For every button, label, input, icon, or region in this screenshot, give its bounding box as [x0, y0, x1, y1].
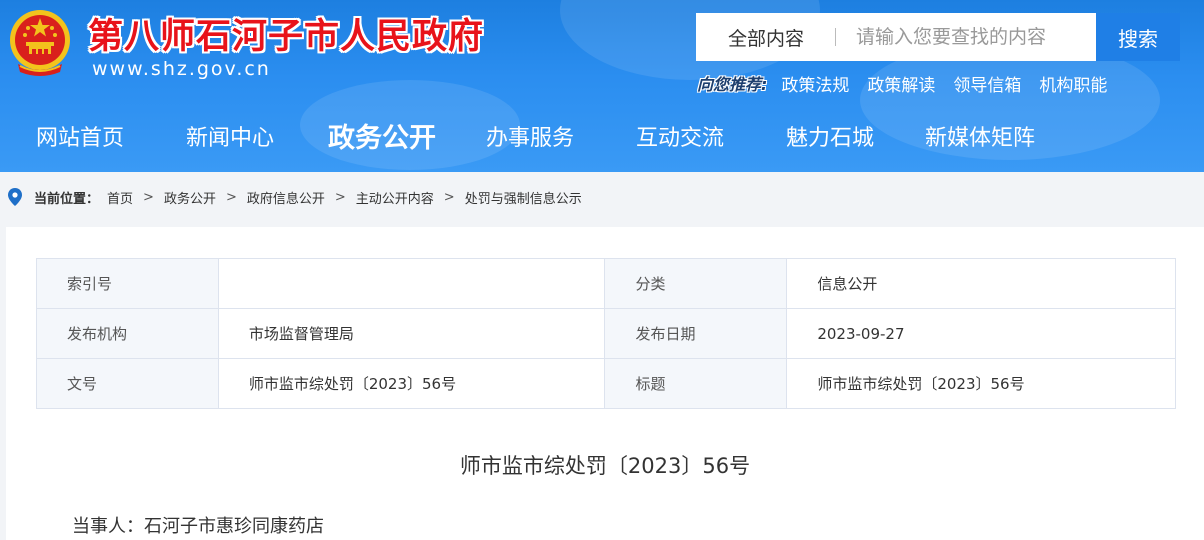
breadcrumb-gov-affairs[interactable]: 政务公开: [164, 188, 216, 207]
search-input[interactable]: [836, 13, 1099, 61]
breadcrumb-gov-info[interactable]: 政府信息公开: [247, 188, 325, 207]
article-panel: 索引号 分类 信息公开 发布机构 市场监督管理局 发布日期 2023-09-27…: [6, 227, 1204, 540]
meta-key-publisher: 发布机构: [36, 308, 219, 359]
search-button[interactable]: 搜索: [1096, 13, 1180, 61]
meta-key-category: 分类: [604, 258, 788, 309]
breadcrumb-separator: >: [143, 189, 154, 205]
meta-key-index: 索引号: [36, 258, 219, 309]
nav-item-home[interactable]: 网站首页: [36, 110, 124, 168]
meta-value-publisher: 市场监督管理局: [217, 308, 606, 359]
main-nav: 网站首页 新闻中心 政务公开 办事服务 互动交流 魅力石城 新媒体矩阵: [0, 110, 1204, 168]
article-party: 当事人：石河子市惠珍同康药店: [72, 516, 324, 537]
table-row: 索引号 分类 信息公开: [36, 258, 1176, 309]
table-row: 文号 师市监市综处罚〔2023〕56号 标题 师市监市综处罚〔2023〕56号: [36, 358, 1176, 409]
meta-value-index: [217, 258, 606, 309]
location-pin-icon: [8, 188, 22, 206]
meta-value-doc-number: 师市监市综处罚〔2023〕56号: [217, 358, 606, 409]
nav-item-city[interactable]: 魅力石城: [786, 110, 874, 168]
nav-item-news[interactable]: 新闻中心: [186, 110, 274, 168]
breadcrumb-separator: >: [334, 189, 346, 205]
metadata-table: 索引号 分类 信息公开 发布机构 市场监督管理局 发布日期 2023-09-27…: [36, 258, 1176, 409]
meta-value-title: 师市监市综处罚〔2023〕56号: [786, 358, 1176, 409]
nav-item-services[interactable]: 办事服务: [486, 110, 574, 168]
table-row: 发布机构 市场监督管理局 发布日期 2023-09-27: [36, 308, 1176, 359]
nav-item-interaction[interactable]: 互动交流: [636, 110, 724, 168]
breadcrumb-penalty-info[interactable]: 处罚与强制信息公示: [465, 188, 582, 207]
site-title[interactable]: 第八师石河子市人民政府: [88, 8, 484, 59]
breadcrumb-active-disclosure[interactable]: 主动公开内容: [356, 188, 434, 207]
breadcrumb-separator: >: [225, 189, 237, 205]
recommend-link-functions[interactable]: 机构职能: [1039, 71, 1107, 96]
article-title: 师市监市综处罚〔2023〕56号: [459, 454, 751, 478]
recommend-link-mailbox[interactable]: 领导信箱: [953, 71, 1021, 96]
recommend-link-policy[interactable]: 政策法规: [781, 71, 849, 96]
recommend-link-interpretation[interactable]: 政策解读: [867, 71, 935, 96]
search-scope-select[interactable]: 全部内容: [696, 13, 836, 61]
meta-key-doc-number: 文号: [36, 358, 219, 409]
meta-value-category: 信息公开: [786, 258, 1176, 309]
nav-item-new-media[interactable]: 新媒体矩阵: [925, 110, 1035, 168]
nav-item-gov-affairs[interactable]: 政务公开: [328, 110, 436, 168]
meta-key-title: 标题: [604, 358, 788, 409]
meta-key-publish-date: 发布日期: [604, 308, 788, 359]
search-bar: 全部内容 搜索: [696, 13, 1180, 61]
national-emblem-icon[interactable]: [6, 6, 74, 78]
breadcrumb-separator: >: [443, 189, 455, 205]
breadcrumb-home[interactable]: 首页: [107, 188, 133, 207]
site-url: www.shz.gov.cn: [92, 58, 271, 80]
recommend-label: 向您推荐:: [697, 75, 768, 94]
breadcrumb-label: 当前位置：: [34, 191, 100, 207]
recommend-bar: 向您推荐: 政策法规 政策解读 领导信箱 机构职能: [697, 70, 1125, 96]
breadcrumb: 当前位置： 首页 > 政务公开 > 政府信息公开 > 主动公开内容 > 处罚与强…: [0, 172, 1204, 222]
site-header: 第八师石河子市人民政府 www.shz.gov.cn 全部内容 搜索 向您推荐:…: [0, 0, 1204, 172]
meta-value-publish-date: 2023-09-27: [786, 308, 1176, 359]
